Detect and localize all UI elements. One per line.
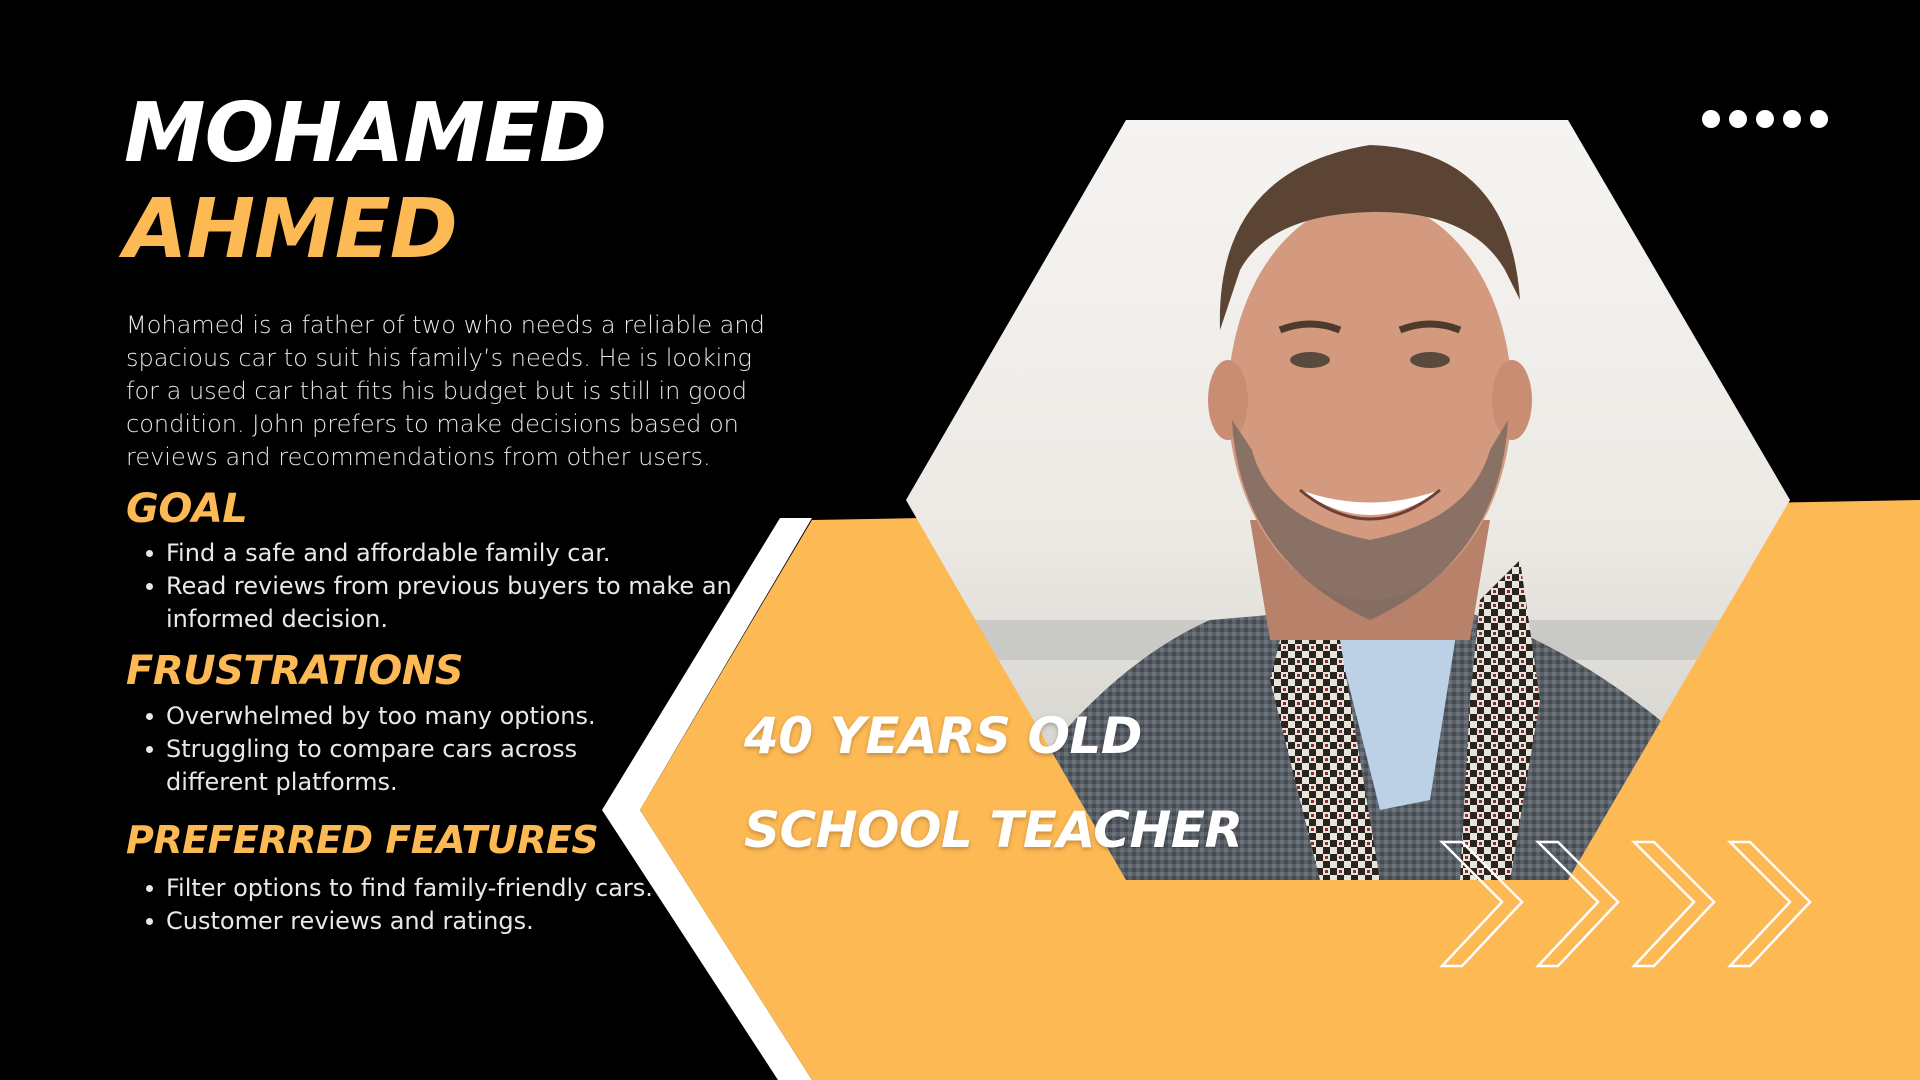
chevron-icon [1726,840,1812,968]
frustration-item: Overwhelmed by too many options. [146,700,636,733]
chevron-icon [1630,840,1716,968]
persona-first-name: MOHAMED [124,86,607,181]
dot [1810,110,1828,128]
dot [1756,110,1774,128]
chevron-icon [1534,840,1620,968]
dot [1783,110,1801,128]
dot [1729,110,1747,128]
chevron-icon [1438,840,1524,968]
persona-occupation: SCHOOL TEACHER [744,801,1243,859]
feature-item: Filter options to find family-friendly c… [146,872,766,905]
goal-list: Find a safe and affordable family car. R… [146,537,766,636]
persona-bio: Mohamed is a father of two who needs a r… [126,311,765,471]
five-dots-icon [1702,110,1828,128]
dot [1702,110,1720,128]
goal-heading: GOAL [126,486,248,532]
persona-last-name: AHMED [124,182,458,277]
preferred-features-heading: PREFERRED FEATURES [126,818,599,862]
chevron-right-row-icon [1438,840,1812,968]
persona-age: 40 YEARS OLD [744,707,1142,765]
goal-item: Read reviews from previous buyers to mak… [146,570,766,636]
frustrations-heading: FRUSTRATIONS [126,648,464,694]
goal-item: Find a safe and affordable family car. [146,537,766,570]
feature-item: Customer reviews and ratings. [146,905,766,938]
frustrations-list: Overwhelmed by too many options. Struggl… [146,700,636,799]
frustration-item: Struggling to compare cars across differ… [146,733,636,799]
preferred-features-list: Filter options to find family-friendly c… [146,872,766,938]
